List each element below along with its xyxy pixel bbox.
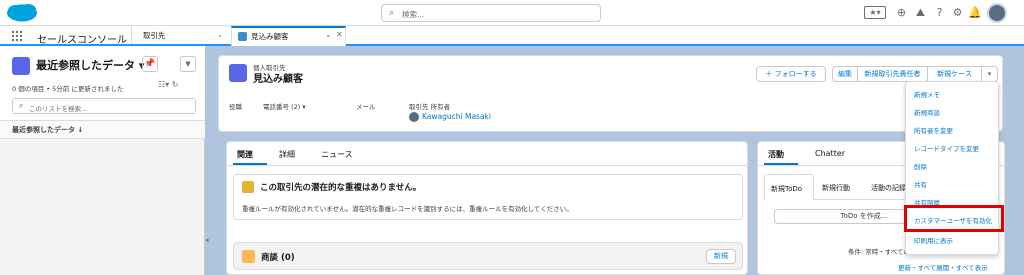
- search-icon: ⌕: [19, 101, 24, 110]
- owner-link[interactable]: Kawaguchi Masaki: [422, 112, 491, 121]
- opportunities-card: 商談 (0) 新規: [233, 242, 743, 270]
- tab-bar: 関連 詳細 ニュース: [227, 142, 749, 166]
- menu-item-printable-view[interactable]: 印刷用に表示: [914, 235, 953, 245]
- new-opportunity-button[interactable]: 新規: [706, 249, 736, 264]
- menu-item-new-opportunity[interactable]: 新規商談: [914, 107, 940, 117]
- list-view-tools[interactable]: ☷▾ ↻: [158, 80, 178, 89]
- duplicate-text: 重複ルールが有効化されていません。潜在的な重複レコードを識別するには、重複ルール…: [242, 205, 573, 213]
- field-title-label: 役職: [229, 103, 242, 111]
- list-search-input[interactable]: ⌕ このリストを検索...: [12, 98, 196, 114]
- bell-icon[interactable]: 🔔: [968, 6, 982, 19]
- search-icon: ⌕: [389, 8, 395, 18]
- tab-accounts[interactable]: 取引先 ⌄: [131, 26, 231, 44]
- menu-item-sharing[interactable]: 共有: [914, 179, 927, 189]
- chevron-down-icon[interactable]: ⌄: [325, 30, 332, 39]
- menu-item-change-record-type[interactable]: レコードタイプを変更: [914, 143, 979, 153]
- duplicate-icon: [242, 181, 254, 193]
- list-search-placeholder: このリストを検索...: [29, 105, 88, 113]
- field-email-label: メール: [356, 103, 376, 111]
- search-placeholder: 検索...: [402, 10, 425, 19]
- list-view-menu-button[interactable]: ▼: [180, 56, 196, 72]
- tab-prospect-label: 見込み顧客: [251, 32, 289, 41]
- favorites-button[interactable]: ★▾: [864, 6, 886, 19]
- list-view-icon: [12, 57, 30, 75]
- app-launcher-icon[interactable]: [11, 30, 23, 42]
- opportunities-title[interactable]: 商談 (0): [261, 251, 295, 263]
- list-column-header[interactable]: 最近参照したデータ ↓: [0, 121, 205, 139]
- plus-icon[interactable]: ⊕: [895, 6, 908, 19]
- list-view-panel: 最近参照したデータ ▾ 📌 ▼ 0 個の項目 • 5分前 に更新されました ☷▾…: [0, 46, 205, 275]
- gear-icon[interactable]: ⚙: [951, 6, 964, 19]
- field-owner-label: 取引先 所有者: [409, 103, 451, 111]
- subtab-new-event[interactable]: 新規行動: [822, 183, 850, 193]
- close-icon[interactable]: ✕: [336, 30, 343, 39]
- duplicate-check-card: この取引先の潜在的な重複はありません。 重複ルールが有効化されていません。潜在的…: [233, 174, 743, 220]
- subtab-log-call[interactable]: 活動の記録: [871, 183, 906, 193]
- more-actions-button[interactable]: ▾: [981, 66, 998, 82]
- person-account-icon: [229, 64, 247, 82]
- menu-item-new-note[interactable]: 新規メモ: [914, 89, 940, 99]
- field-phone-label[interactable]: 電話番号 (2) ▾: [263, 101, 306, 111]
- tab-details[interactable]: 詳細: [279, 149, 295, 160]
- active-tab-indicator: [764, 163, 798, 165]
- collapse-panel-icon[interactable]: ◂: [205, 236, 213, 246]
- list-view-meta: 0 個の項目 • 5分前 に更新されました: [12, 85, 124, 93]
- salesforce-logo[interactable]: [6, 3, 38, 23]
- tab-activity[interactable]: 活動: [768, 149, 784, 160]
- list-view-header: 最近参照したデータ ▾ 📌 ▼ 0 個の項目 • 5分前 に更新されました ☷▾…: [0, 46, 205, 121]
- tab-prospect[interactable]: 見込み顧客 ⌄ ✕: [231, 26, 346, 46]
- app-name: セールスコンソール: [37, 35, 127, 46]
- owner-avatar: [409, 112, 419, 122]
- highlight-box: [904, 205, 1004, 232]
- activity-expand-links[interactable]: 更新・すべて展開・すべて表示: [898, 262, 988, 272]
- pin-icon[interactable]: 📌: [142, 56, 158, 72]
- global-header: ⌕ 検索... ★▾ ⊕ ⛰ ? ⚙ 🔔: [0, 0, 1024, 26]
- menu-item-change-owner[interactable]: 所有者を変更: [914, 125, 953, 135]
- tab-news[interactable]: ニュース: [321, 149, 353, 160]
- follow-button[interactable]: ＋ フォローする: [756, 66, 826, 82]
- trailhead-icon[interactable]: ⛰: [914, 6, 927, 19]
- tab-related[interactable]: 関連: [237, 149, 253, 160]
- duplicate-title: この取引先の潜在的な重複はありません。: [260, 183, 422, 193]
- active-tab-indicator: [233, 163, 267, 165]
- record-name: 見込み顧客: [253, 74, 303, 85]
- new-contact-button[interactable]: 新規取引先責任者: [857, 66, 928, 82]
- subtab-new-task-label: 新規ToDo: [771, 185, 803, 193]
- new-case-button[interactable]: 新規ケース: [927, 66, 982, 82]
- subtab-new-task[interactable]: 新規ToDo: [764, 174, 814, 200]
- tab-accounts-label: 取引先: [143, 31, 166, 40]
- chevron-down-icon[interactable]: ⌄: [217, 30, 223, 39]
- tab-chatter[interactable]: Chatter: [815, 149, 845, 158]
- edit-button[interactable]: 編集: [832, 66, 858, 82]
- list-view-title[interactable]: 最近参照したデータ ▾: [36, 57, 144, 73]
- list-column-label: 最近参照したデータ ↓: [12, 126, 84, 134]
- account-icon: [238, 32, 247, 41]
- record-highlights-panel: 個人取引先 見込み顧客 ＋ フォローする 編集 新規取引先責任者 新規ケース ▾…: [218, 55, 1003, 132]
- user-avatar[interactable]: [987, 3, 1007, 23]
- menu-item-delete[interactable]: 削除: [914, 161, 927, 171]
- global-search-input[interactable]: ⌕ 検索...: [381, 4, 601, 22]
- opportunity-icon: [242, 250, 255, 263]
- help-icon[interactable]: ?: [933, 6, 946, 19]
- related-tabs-card: 関連 詳細 ニュース この取引先の潜在的な重複はありません。 重複ルールが有効化…: [226, 141, 749, 275]
